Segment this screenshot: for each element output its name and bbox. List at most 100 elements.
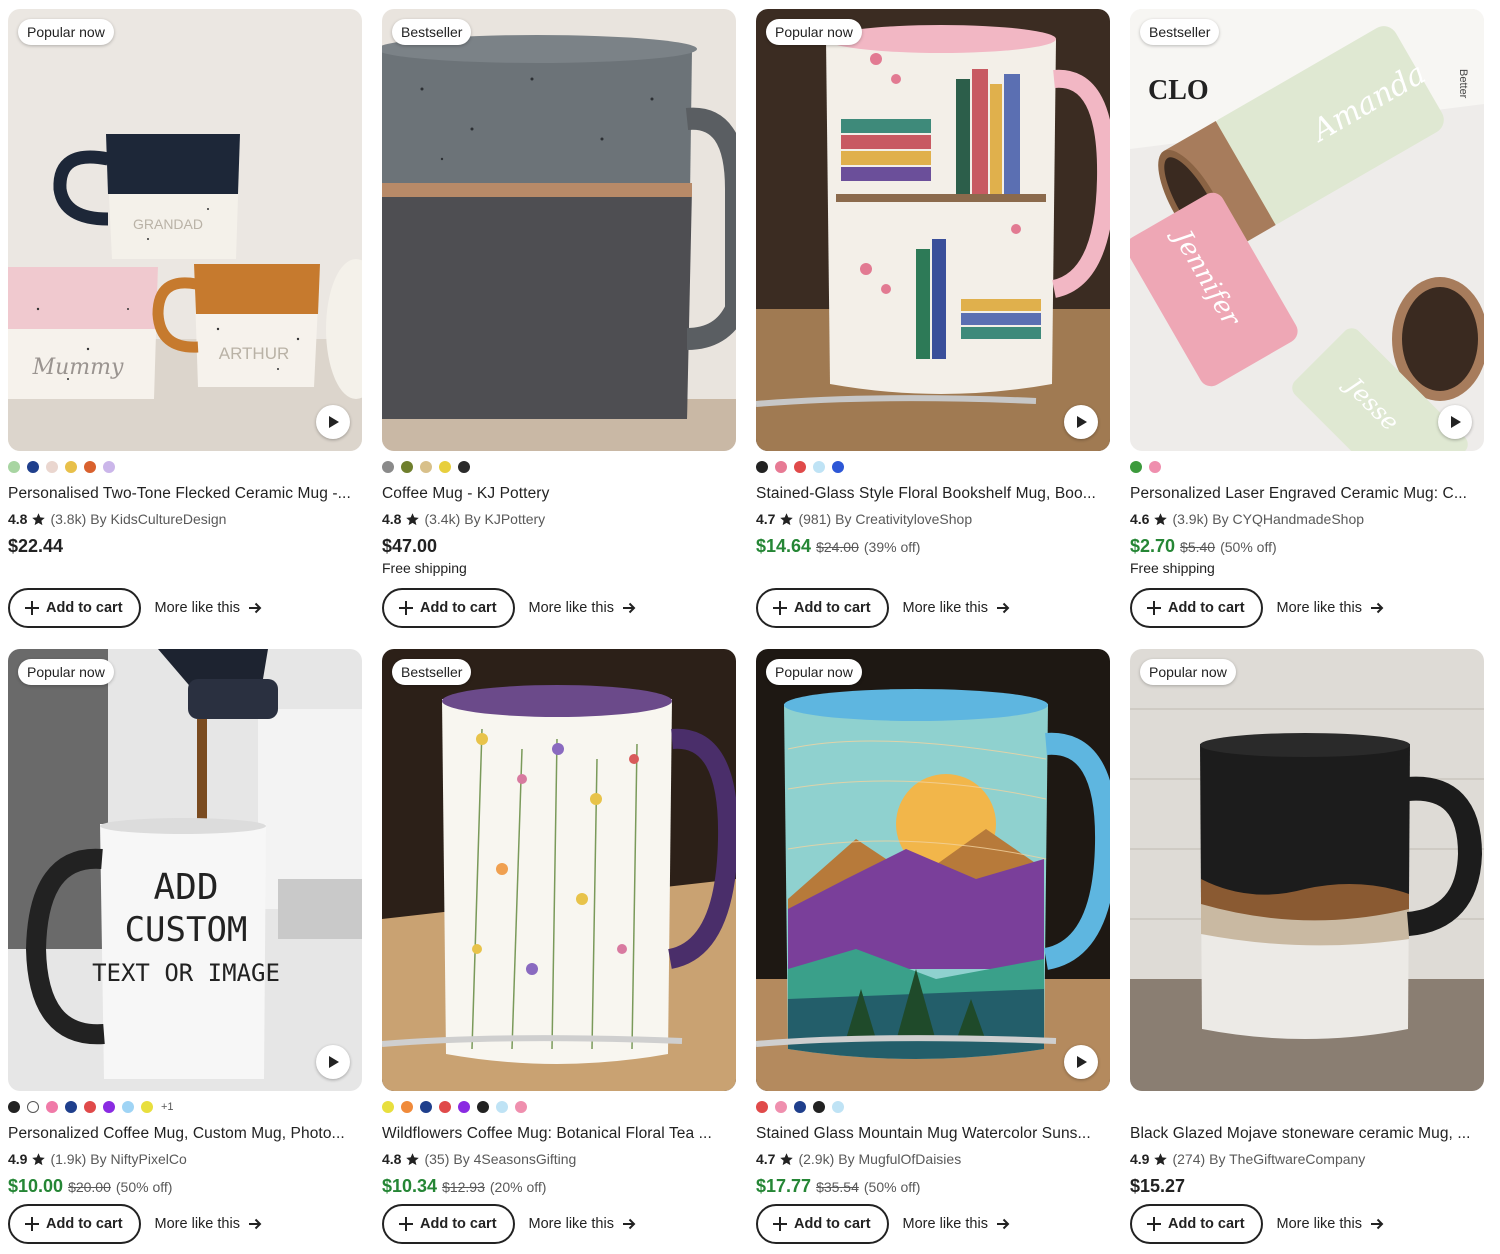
add-to-cart-button[interactable]: Add to cart	[1130, 588, 1263, 628]
shop-name[interactable]: By KidsCultureDesign	[90, 510, 226, 528]
shop-name[interactable]: By 4SeasonsGifting	[453, 1150, 576, 1168]
more-like-this-link[interactable]: More like this	[903, 1216, 1010, 1232]
product-photo[interactable]: ADD CUSTOM TEXT OR IMAGE Popular now	[8, 649, 362, 1091]
color-swatch[interactable]	[141, 1101, 153, 1113]
color-swatch[interactable]	[420, 461, 432, 473]
shop-name[interactable]: By NiftyPixelCo	[90, 1150, 186, 1168]
color-swatch[interactable]	[439, 461, 451, 473]
shop-name[interactable]: By CYQHandmadeShop	[1212, 510, 1364, 528]
color-swatch[interactable]	[775, 1101, 787, 1113]
color-swatch[interactable]	[1149, 461, 1161, 473]
product-title[interactable]: Personalized Coffee Mug, Custom Mug, Pho…	[8, 1124, 362, 1144]
mug-photo: ADD CUSTOM TEXT OR IMAGE	[8, 649, 362, 1091]
product-title[interactable]: Stained-Glass Style Floral Bookshelf Mug…	[756, 484, 1110, 504]
color-swatch[interactable]	[122, 1101, 134, 1113]
color-swatch[interactable]	[27, 1101, 39, 1113]
product-title[interactable]: Personalized Laser Engraved Ceramic Mug:…	[1130, 484, 1484, 504]
more-like-this-label: More like this	[154, 600, 240, 616]
more-like-this-link[interactable]: More like this	[529, 1216, 636, 1232]
color-swatch[interactable]	[515, 1101, 527, 1113]
color-swatch[interactable]	[832, 1101, 844, 1113]
add-to-cart-button[interactable]: Add to cart	[382, 588, 515, 628]
price-row: $15.27	[1130, 1176, 1484, 1197]
color-swatch[interactable]	[401, 1101, 413, 1113]
color-swatch[interactable]	[1130, 461, 1142, 473]
color-swatch[interactable]	[103, 1101, 115, 1113]
more-like-this-link[interactable]: More like this	[1277, 1216, 1384, 1232]
color-swatch[interactable]	[756, 1101, 768, 1113]
color-swatch[interactable]	[382, 1101, 394, 1113]
color-swatch[interactable]	[420, 1101, 432, 1113]
product-title[interactable]: Black Glazed Mojave stoneware ceramic Mu…	[1130, 1124, 1484, 1144]
color-swatch[interactable]	[27, 461, 39, 473]
shop-name[interactable]: By MugfulOfDaisies	[838, 1150, 961, 1168]
product-photo[interactable]: Bestseller	[382, 9, 736, 451]
discount-label: (20% off)	[489, 1179, 547, 1195]
product-photo[interactable]: Popular now	[756, 9, 1110, 451]
shop-name[interactable]: By TheGiftwareCompany	[1209, 1150, 1365, 1168]
product-card[interactable]: ADD CUSTOM TEXT OR IMAGE Popular now +1 …	[8, 649, 362, 1244]
product-card[interactable]: Bestseller Wildflowers Coffee Mug: Botan…	[382, 649, 736, 1244]
color-swatch[interactable]	[756, 461, 768, 473]
color-swatch[interactable]	[401, 461, 413, 473]
product-photo[interactable]: Popular now	[756, 649, 1110, 1091]
add-to-cart-button[interactable]: Add to cart	[756, 588, 889, 628]
shop-name[interactable]: By KJPottery	[464, 510, 545, 528]
color-swatch[interactable]	[84, 1101, 96, 1113]
review-count: (1.9k)	[50, 1151, 87, 1167]
more-colors-count[interactable]: +1	[161, 1101, 174, 1113]
more-like-this-link[interactable]: More like this	[155, 600, 262, 616]
color-swatch[interactable]	[813, 1101, 825, 1113]
add-to-cart-button[interactable]: Add to cart	[8, 588, 141, 628]
color-swatch[interactable]	[46, 1101, 58, 1113]
product-title[interactable]: Stained Glass Mountain Mug Watercolor Su…	[756, 1124, 1110, 1144]
price-row: $14.64 $24.00 (39% off)	[756, 536, 1110, 557]
color-swatch[interactable]	[477, 1101, 489, 1113]
color-swatch[interactable]	[382, 461, 394, 473]
color-swatch[interactable]	[8, 1101, 20, 1113]
product-title[interactable]: Coffee Mug - KJ Pottery	[382, 484, 736, 504]
add-to-cart-button[interactable]: Add to cart	[756, 1204, 889, 1244]
color-swatch[interactable]	[458, 461, 470, 473]
color-swatch[interactable]	[84, 461, 96, 473]
shop-name[interactable]: By CreativityloveShop	[835, 510, 972, 528]
product-title[interactable]: Personalised Two-Tone Flecked Ceramic Mu…	[8, 484, 362, 504]
more-like-this-link[interactable]: More like this	[903, 600, 1010, 616]
mug-photo	[382, 9, 736, 451]
product-photo[interactable]: CLO Better Amanda Jennifer Jesse Bestsel…	[1130, 9, 1484, 451]
more-like-this-link[interactable]: More like this	[155, 1216, 262, 1232]
color-swatch[interactable]	[65, 461, 77, 473]
color-swatch[interactable]	[458, 1101, 470, 1113]
color-swatch[interactable]	[794, 461, 806, 473]
color-swatch[interactable]	[103, 461, 115, 473]
add-to-cart-button[interactable]: Add to cart	[8, 1204, 141, 1244]
product-photo[interactable]: Popular now	[1130, 649, 1484, 1091]
color-swatch[interactable]	[439, 1101, 451, 1113]
play-video-button[interactable]	[1064, 405, 1098, 439]
product-title[interactable]: Wildflowers Coffee Mug: Botanical Floral…	[382, 1124, 736, 1144]
color-swatch[interactable]	[775, 461, 787, 473]
add-to-cart-button[interactable]: Add to cart	[1130, 1204, 1263, 1244]
product-card[interactable]: CLO Better Amanda Jennifer Jesse Bestsel…	[1130, 9, 1484, 628]
color-swatch[interactable]	[794, 1101, 806, 1113]
add-to-cart-button[interactable]: Add to cart	[382, 1204, 515, 1244]
more-like-this-link[interactable]: More like this	[529, 600, 636, 616]
color-swatch[interactable]	[813, 461, 825, 473]
color-swatch[interactable]	[46, 461, 58, 473]
product-photo[interactable]: Bestseller	[382, 649, 736, 1091]
product-card[interactable]: Bestseller Coffee Mug - KJ Pottery 4.8 (…	[382, 9, 736, 628]
color-swatch[interactable]	[832, 461, 844, 473]
play-video-button[interactable]	[1438, 405, 1472, 439]
color-swatch[interactable]	[65, 1101, 77, 1113]
product-photo[interactable]: GRANDAD Mummy ARTHUR Popular now	[8, 9, 362, 451]
play-video-button[interactable]	[1064, 1045, 1098, 1079]
play-video-button[interactable]	[316, 1045, 350, 1079]
play-video-button[interactable]	[316, 405, 350, 439]
product-card[interactable]: GRANDAD Mummy ARTHUR Popular now Persona…	[8, 9, 362, 628]
more-like-this-link[interactable]: More like this	[1277, 600, 1384, 616]
product-card[interactable]: Popular now Stained-Glass Style Floral B…	[756, 9, 1110, 628]
color-swatch[interactable]	[496, 1101, 508, 1113]
product-card[interactable]: Popular now Stained Glass Mountain Mug W…	[756, 649, 1110, 1244]
product-card[interactable]: Popular now Black Glazed Mojave stonewar…	[1130, 649, 1484, 1244]
color-swatch[interactable]	[8, 461, 20, 473]
